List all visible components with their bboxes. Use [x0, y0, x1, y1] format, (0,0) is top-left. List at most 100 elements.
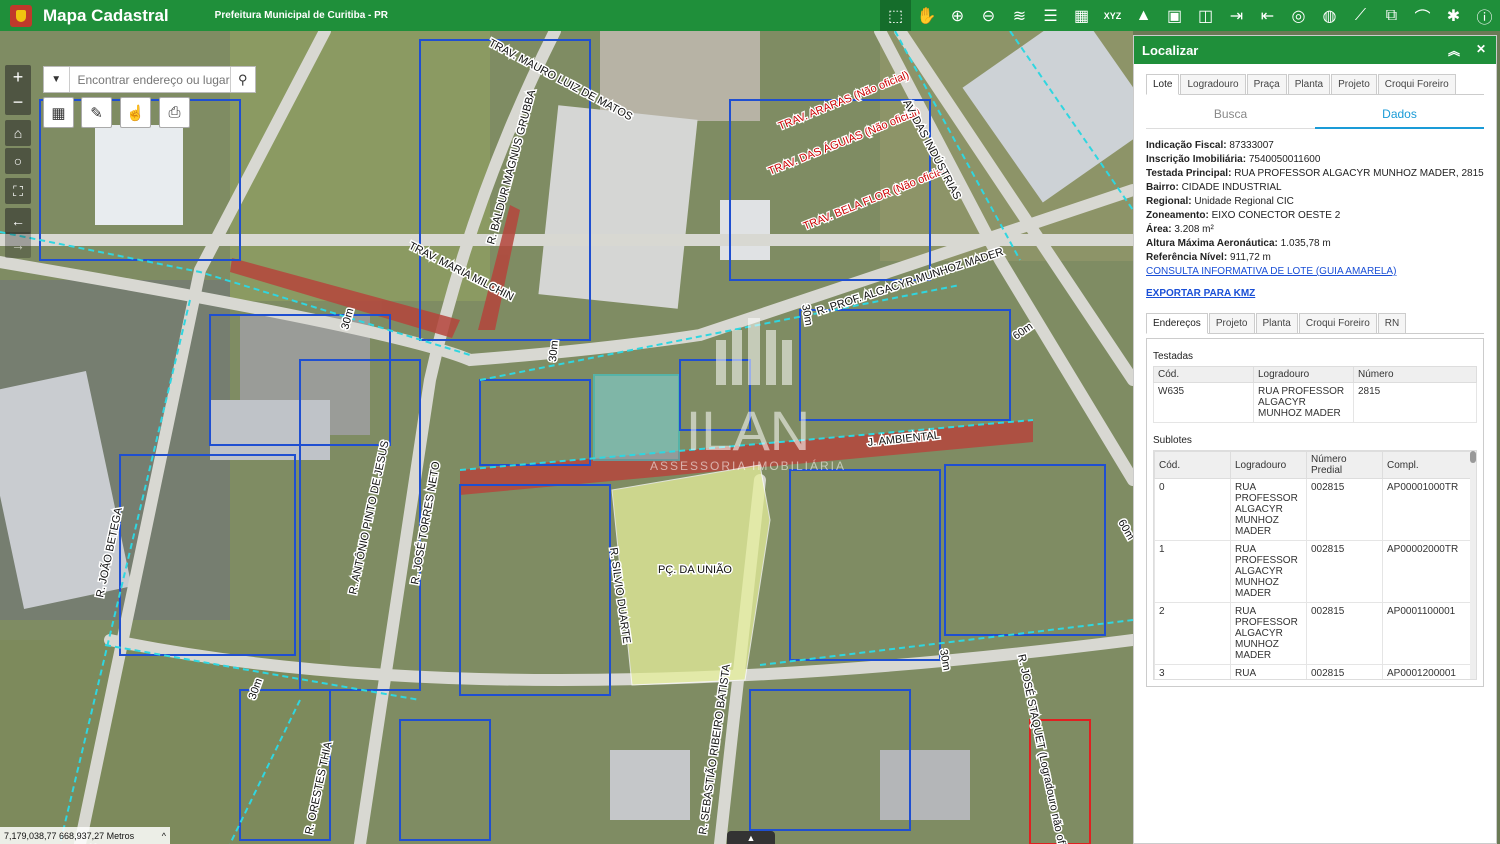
watermark-name: ILAN [686, 399, 811, 462]
indicacao-fiscal: 87333007 [1229, 140, 1274, 151]
col-numero: Número [1353, 366, 1477, 383]
export-kmz-link[interactable]: EXPORTAR PARA KMZ [1146, 287, 1484, 301]
lot-info: Indicação Fiscal: 87333007 Inscrição Imo… [1146, 140, 1484, 301]
referencia-nivel: 911,72 m [1229, 252, 1271, 263]
split-icon[interactable]: ◫ [1190, 0, 1221, 31]
zoom-control: + − [5, 65, 31, 115]
sublotes-title: Sublotes [1153, 435, 1192, 446]
tab-inner-planta[interactable]: Planta [1255, 313, 1298, 333]
table-row[interactable]: 2 RUA PROFESSOR ALGACYR MUNHOZ MADER 00281… [1154, 602, 1476, 665]
table-row[interactable]: 0 RUA PROFESSOR ALGACYR MUNHOZ MADER 00281… [1154, 478, 1476, 541]
target-icon[interactable]: ◎ [1283, 0, 1314, 31]
scrollbar-thumb[interactable] [1470, 451, 1476, 463]
attribute-table-toggle[interactable]: ▲ [727, 831, 775, 844]
inner-tabs: Endereços Projeto Planta Croqui Foreiro … [1146, 313, 1484, 334]
tab-inner-rn[interactable]: RN [1377, 313, 1407, 333]
select-icon[interactable]: ⬚ [880, 0, 911, 31]
zoom-in-icon[interactable]: ⊕ [942, 0, 973, 31]
panel-title: Localizar [1142, 42, 1199, 58]
tab-dados[interactable]: Dados [1315, 101, 1484, 129]
tab-planta[interactable]: Planta [1287, 74, 1331, 94]
tab-inner-projeto[interactable]: Projeto [1208, 313, 1255, 333]
table-row[interactable]: 1 RUA PROFESSOR ALGACYR MUNHOZ MADER 00281… [1154, 540, 1476, 603]
select-tool-icon[interactable]: ☝ [120, 97, 151, 128]
close-icon[interactable]: ✕ [1476, 42, 1486, 56]
enderecos-content: Testadas Cód. Logradouro Número W635 RUA… [1146, 338, 1484, 687]
grid-icon[interactable]: ▦ [1066, 0, 1097, 31]
panel-header: Localizar ︽ ✕ [1134, 36, 1496, 64]
app-title: Mapa Cadastral [43, 5, 169, 25]
scrollbar[interactable] [1470, 451, 1476, 679]
measure-icon[interactable]: ⟋ [1345, 0, 1376, 31]
locate-icon[interactable]: ○ [5, 148, 31, 174]
col-compl: Compl. [1382, 451, 1476, 479]
col-cod: Cód. [1154, 451, 1231, 479]
tab-enderecos[interactable]: Endereços [1146, 313, 1208, 334]
tab-projeto[interactable]: Projeto [1331, 74, 1377, 94]
search-input[interactable] [69, 67, 230, 92]
zoom-out-icon[interactable]: ⊖ [973, 0, 1004, 31]
map-canvas: TRAV. MAURO LUIZ DE MATOS R. BALDUR MAGN… [0, 31, 1133, 844]
settings-icon[interactable]: ✱ [1438, 0, 1469, 31]
chevron-up-icon[interactable]: ^ [162, 831, 166, 841]
map-view[interactable]: TRAV. MAURO LUIZ DE MATOS R. BALDUR MAGN… [0, 31, 1133, 844]
building-icon[interactable]: ▣ [1159, 0, 1190, 31]
inscricao-imobiliaria: 7540050011600 [1248, 154, 1321, 165]
info-icon[interactable]: ⓘ [1469, 0, 1500, 31]
table-row[interactable]: 3RUA PROFESSOR ALGACYR002815AP0001200001 [1154, 664, 1476, 679]
tab-inner-croqui[interactable]: Croqui Foreiro [1298, 313, 1377, 333]
print-icon[interactable]: ⎙ [159, 97, 190, 128]
area: 3.208 m² [1174, 224, 1214, 235]
list-icon[interactable]: ☰ [1035, 0, 1066, 31]
table-row[interactable]: W635 RUA PROFESSOR ALGACYR MUNHOZ MADER … [1153, 382, 1477, 423]
sub-tabs: Busca Dados [1146, 101, 1484, 129]
coordinates-text: 7,179,038,77 668,937,27 Metros [4, 830, 135, 841]
regional: Unidade Regional CIC [1194, 196, 1294, 207]
draw-icon[interactable]: ✎ [81, 97, 112, 128]
testada-principal: RUA PROFESSOR ALGACYR MUNHOZ MADER, 2815 [1234, 168, 1484, 179]
tab-praca[interactable]: Praça [1246, 74, 1287, 94]
col-cod: Cód. [1153, 366, 1254, 383]
overlay-icon[interactable]: ⧉ [1376, 0, 1407, 31]
toolbar: ⬚ ✋ ⊕ ⊖ ≋ ☰ ▦ XYZ ▲ ▣ ◫ ⇥ ⇤ ◎ ◍ ⟋ ⧉ ⌒ ✱ … [880, 0, 1500, 31]
basemap-gallery-icon[interactable]: ▦ [43, 97, 74, 128]
consulta-informativa-link[interactable]: CONSULTA INFORMATIVA DE LOTE (GUIA AMARE… [1146, 265, 1484, 279]
bairro: CIDADE INDUSTRIAL [1181, 182, 1282, 193]
zoneamento: EIXO CONECTOR OESTE 2 [1211, 210, 1341, 221]
testadas-title: Testadas [1153, 351, 1194, 362]
app-subtitle: Prefeitura Municipal de Curitiba - PR [214, 10, 389, 21]
back-icon[interactable]: ← [5, 208, 31, 234]
export-icon[interactable]: ⇤ [1252, 0, 1283, 31]
label-praca: PÇ. DA UNIÃO [658, 563, 732, 576]
pan-icon[interactable]: ✋ [911, 0, 942, 31]
import-icon[interactable]: ⇥ [1221, 0, 1252, 31]
search-dropdown-icon[interactable]: ▼ [44, 67, 70, 92]
search-icon[interactable]: ⚲ [229, 67, 256, 92]
education-icon[interactable]: ▲ [1128, 0, 1159, 31]
terrain-icon[interactable]: ⌒ [1407, 0, 1438, 31]
col-numero-predial: Número Predial [1306, 451, 1383, 479]
col-logradouro: Logradouro [1230, 451, 1307, 479]
tab-busca[interactable]: Busca [1146, 101, 1315, 129]
tab-logradouro[interactable]: Logradouro [1180, 74, 1246, 94]
sublotes-table: Cód. Logradouro Número Predial Compl. 0R… [1154, 451, 1476, 679]
main-tabs: Lote Logradouro Praça Planta Projeto Cro… [1146, 74, 1484, 95]
layers-icon[interactable]: ≋ [1004, 0, 1035, 31]
forward-icon[interactable]: → [5, 232, 31, 258]
collapse-icon[interactable]: ︽ [1448, 42, 1460, 59]
xyz-icon[interactable]: XYZ [1097, 0, 1128, 31]
globe-icon[interactable]: ◍ [1314, 0, 1345, 31]
tab-lote[interactable]: Lote [1146, 74, 1180, 95]
sublotes-scroll[interactable]: Cód. Logradouro Número Predial Compl. 0R… [1153, 450, 1477, 680]
fullscreen-icon[interactable]: ⛶ [5, 178, 31, 204]
label-30m-b: 30m [547, 340, 561, 362]
localizar-panel: Localizar ︽ ✕ Lote Logradouro Praça Plan… [1133, 35, 1497, 844]
tab-croqui-foreiro[interactable]: Croqui Foreiro [1377, 74, 1456, 94]
city-logo [10, 4, 32, 27]
coordinates-readout: 7,179,038,77 668,937,27 Metros ^ [0, 827, 170, 844]
home-icon[interactable]: ⌂ [5, 120, 31, 146]
altura-maxima: 1.035,78 m [1280, 238, 1331, 249]
zoom-in-button[interactable]: + [5, 65, 31, 90]
search-box: ▼ ⚲ [43, 66, 256, 93]
zoom-out-button[interactable]: − [5, 90, 31, 115]
